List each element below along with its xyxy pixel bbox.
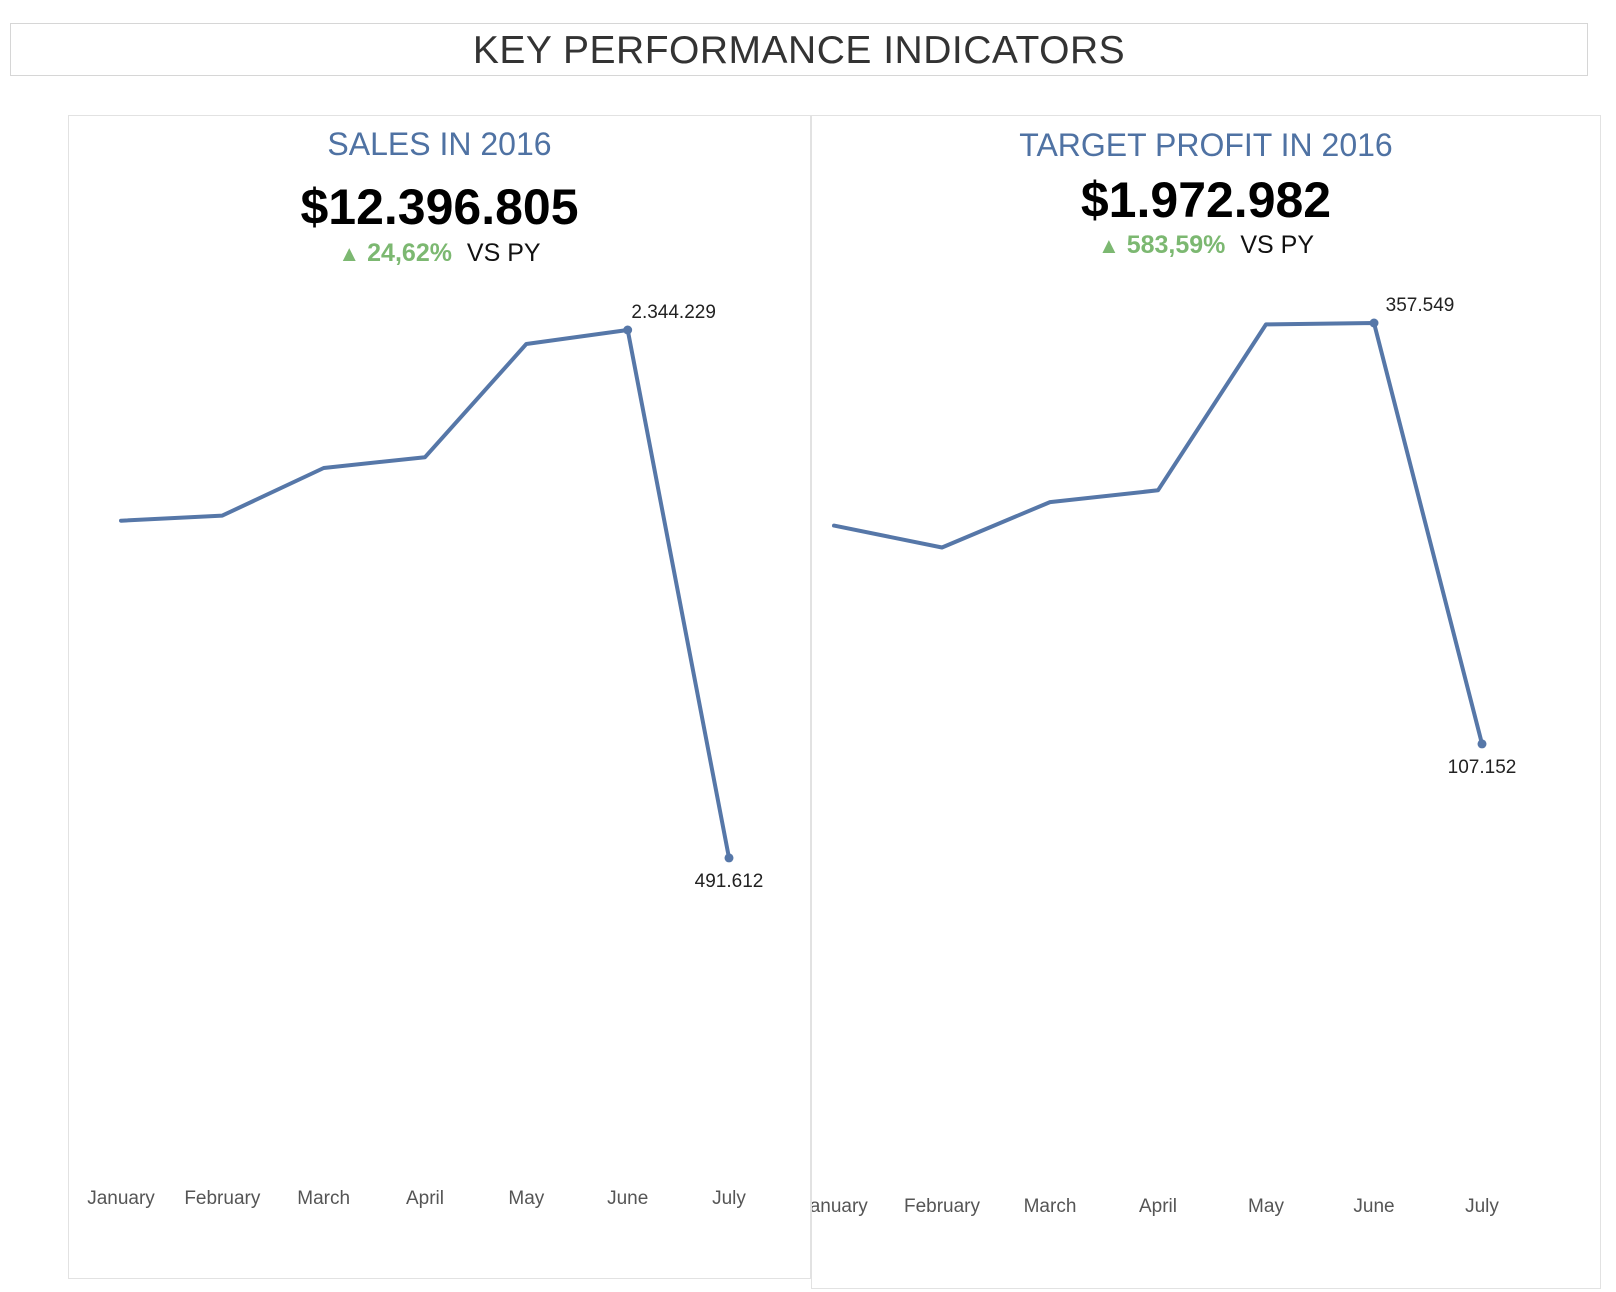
data-point[interactable] bbox=[724, 853, 734, 863]
x-tick-label: January bbox=[812, 1196, 868, 1217]
x-tick-label: January bbox=[87, 1188, 155, 1209]
x-tick-label: July bbox=[712, 1188, 746, 1209]
dashboard-title: KEY PERFORMANCE INDICATORS bbox=[472, 29, 1126, 72]
data-label: 107.152 bbox=[1448, 757, 1517, 778]
x-tick-label: February bbox=[184, 1188, 261, 1209]
x-tick-label: June bbox=[607, 1188, 648, 1209]
profit-line-chart: 357.549 107.152 January February March April M… bbox=[812, 295, 1517, 1217]
x-tick-label: June bbox=[1353, 1196, 1394, 1217]
sales-line-chart: 2.344.229 491.612 January February March Apri… bbox=[87, 302, 764, 1209]
series-line bbox=[832, 321, 1484, 746]
x-tick-label: March bbox=[1024, 1196, 1077, 1217]
profit-panel: TARGET PROFIT IN 2016 $1.972.982 ▲ 583,5… bbox=[811, 115, 1601, 1289]
sales-panel: SALES IN 2016 $12.396.805 ▲ 24,62% VS PY… bbox=[68, 115, 811, 1279]
data-label: 357.549 bbox=[1386, 295, 1455, 316]
data-point[interactable] bbox=[1477, 739, 1487, 749]
x-tick-label: May bbox=[508, 1188, 544, 1209]
dashboard-header: KEY PERFORMANCE INDICATORS bbox=[10, 23, 1588, 76]
series-line bbox=[119, 328, 731, 860]
data-label: 2.344.229 bbox=[631, 302, 716, 323]
data-point[interactable] bbox=[1369, 318, 1379, 328]
x-tick-label: July bbox=[1465, 1196, 1499, 1217]
x-tick-label: April bbox=[406, 1188, 444, 1209]
data-label: 491.612 bbox=[695, 871, 764, 892]
x-tick-label: April bbox=[1139, 1196, 1177, 1217]
x-tick-label: March bbox=[297, 1188, 350, 1209]
x-tick-label: May bbox=[1248, 1196, 1284, 1217]
x-tick-label: February bbox=[904, 1196, 981, 1217]
data-point[interactable] bbox=[623, 325, 633, 335]
